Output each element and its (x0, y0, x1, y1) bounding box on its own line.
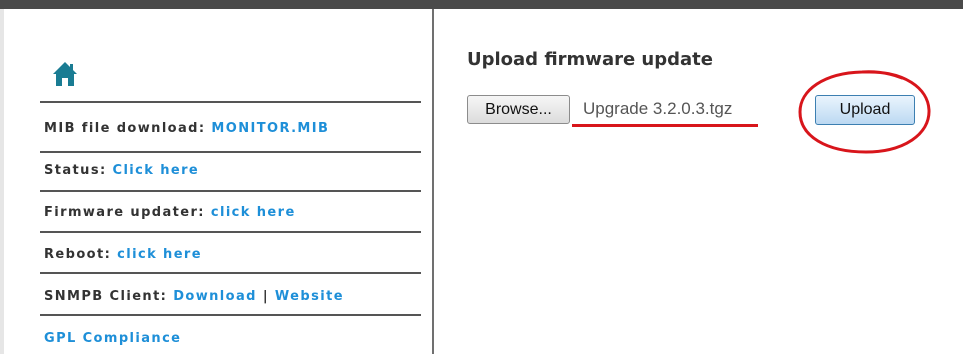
mib-download-link[interactable]: MONITOR.MIB (211, 121, 329, 136)
sidebar-divider (40, 231, 421, 233)
sidebar-item-mib-download: MIB file download: MONITOR.MIB (44, 121, 329, 136)
sidebar-divider (40, 101, 421, 103)
sidebar-divider (40, 151, 421, 153)
status-link[interactable]: Click here (113, 163, 200, 178)
link-separator: | (262, 289, 269, 304)
sidebar-item-label: SNMPB Client: (44, 289, 168, 304)
sidebar-item-status: Status: Click here (44, 163, 199, 178)
snmpb-website-link[interactable]: Website (275, 289, 344, 304)
sidebar-divider (40, 314, 421, 316)
reboot-link[interactable]: click here (117, 247, 202, 262)
sidebar-item-gpl-compliance: GPL Compliance (44, 331, 181, 346)
sidebar-item-label: Status: (44, 163, 107, 178)
snmpb-download-link[interactable]: Download (173, 289, 257, 304)
sidebar-divider (40, 272, 421, 274)
column-divider (432, 9, 434, 354)
sidebar-item-label: Reboot: (44, 247, 112, 262)
top-bar (0, 0, 963, 9)
annotation-circle (798, 70, 931, 154)
browse-button[interactable]: Browse... (467, 95, 570, 124)
sidebar-item-label: MIB file download: (44, 121, 206, 136)
left-edge (0, 9, 4, 354)
sidebar-item-snmpb-client: SNMPB Client: Download | Website (44, 289, 344, 304)
firmware-updater-link[interactable]: click here (211, 205, 296, 220)
sidebar-divider (40, 190, 421, 192)
gpl-compliance-link[interactable]: GPL Compliance (44, 331, 181, 346)
selected-file-name: Upgrade 3.2.0.3.tgz (583, 99, 733, 118)
sidebar-item-label: Firmware updater: (44, 205, 205, 220)
sidebar-item-reboot: Reboot: click here (44, 247, 202, 262)
annotation-underline (572, 124, 758, 127)
page-title: Upload firmware update (467, 49, 713, 70)
sidebar-item-firmware-updater: Firmware updater: click here (44, 205, 296, 220)
home-icon[interactable] (52, 61, 78, 87)
